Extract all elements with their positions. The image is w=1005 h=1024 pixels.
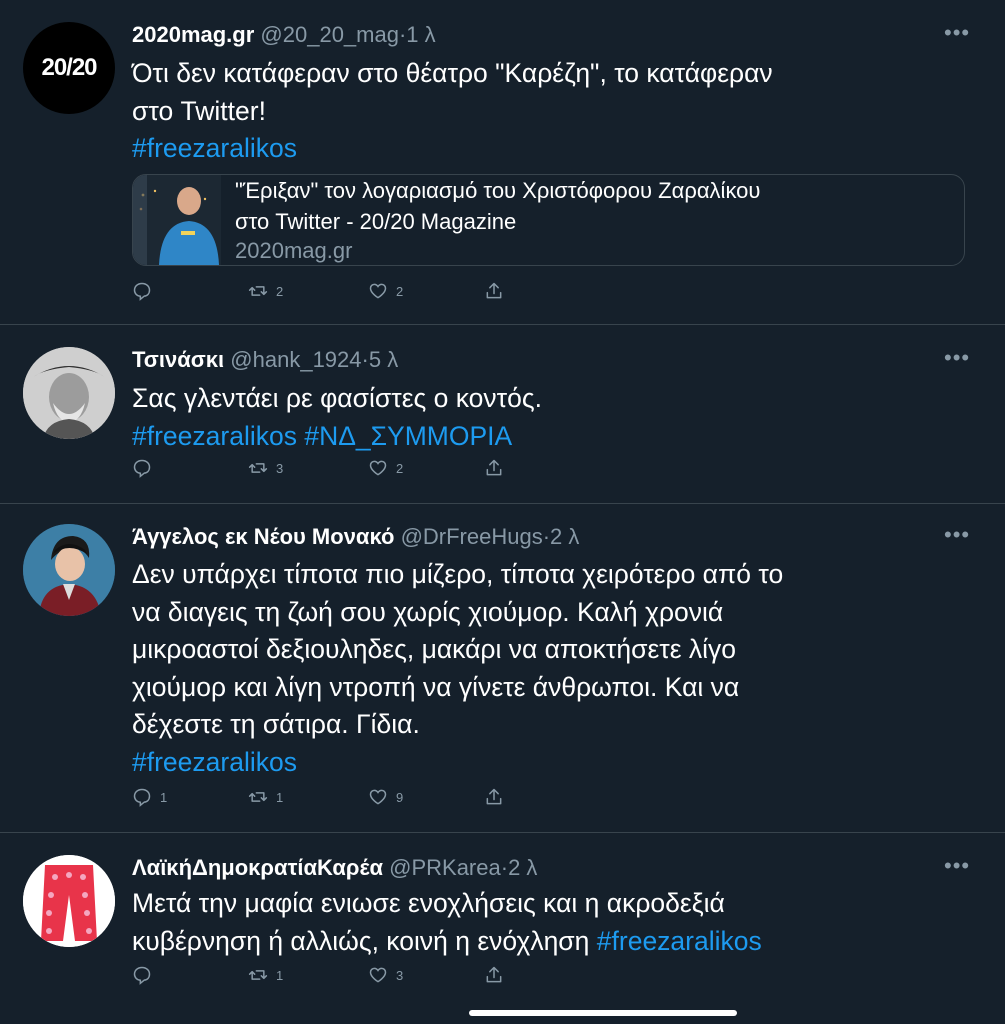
reply-icon xyxy=(133,788,151,807)
retweet-icon xyxy=(248,792,268,802)
retweet-count: 2 xyxy=(276,283,284,299)
like-button[interactable]: 2 xyxy=(368,281,403,301)
hashtag-link[interactable]: #freezaralikos xyxy=(132,421,297,451)
tweet-text: Ότι δεν κατάφεραν στο θέατρο "Καρέζη", τ… xyxy=(132,55,972,168)
tweet-header: Άγγελος εκ Νέου Μονακό @DrFreeHugs·2 λ xyxy=(132,524,580,549)
handle[interactable]: @hank_1924 xyxy=(230,347,361,372)
tweet-header: ΛαϊκήΔημοκρατίαΚαρέα @PRKarea·2 λ xyxy=(132,855,538,880)
more-options-icon[interactable]: ••• xyxy=(944,22,970,44)
more-options-icon[interactable]: ••• xyxy=(944,524,970,546)
tweet-text: Μετά την μαφία ενιωσε ενοχλήσεις και η α… xyxy=(132,888,762,956)
retweet-icon xyxy=(248,970,268,980)
tweet-text: Σας γλεντάει ρε φασίστες ο κοντός. #free… xyxy=(132,383,542,451)
display-name[interactable]: Άγγελος εκ Νέου Μονακό xyxy=(132,524,394,549)
home-indicator xyxy=(469,1010,737,1016)
retweet-count: 1 xyxy=(276,789,284,805)
reply-button[interactable] xyxy=(132,281,160,301)
timestamp[interactable]: 2 λ xyxy=(550,524,579,549)
retweet-icon xyxy=(248,463,268,473)
share-icon xyxy=(486,788,502,805)
retweet-count: 3 xyxy=(276,460,284,476)
avatar[interactable]: 20/20 xyxy=(23,22,115,114)
tweet-actions: 3 2 xyxy=(132,458,532,482)
handle[interactable]: @20_20_mag xyxy=(260,22,399,47)
hashtag-link[interactable]: #freezaralikos xyxy=(132,130,972,168)
card-domain: 2020mag.gr xyxy=(235,238,353,263)
tweet-actions: 1 3 xyxy=(132,965,532,989)
like-count: 3 xyxy=(396,967,404,983)
heart-icon xyxy=(369,789,387,805)
reply-icon xyxy=(133,966,151,985)
reply-button[interactable] xyxy=(132,458,160,478)
share-icon xyxy=(486,282,502,299)
timestamp[interactable]: 5 λ xyxy=(369,347,398,372)
hashtag-link[interactable]: #freezaralikos xyxy=(132,744,972,782)
like-count: 2 xyxy=(396,460,404,476)
tweet-text: Δεν υπάρχει τίποτα πιο μίζερο, τίποτα χε… xyxy=(132,556,972,781)
share-button[interactable] xyxy=(484,458,512,478)
share-button[interactable] xyxy=(484,787,512,807)
tweet-actions: 2 2 xyxy=(132,281,532,305)
heart-icon xyxy=(369,460,387,476)
like-count: 2 xyxy=(396,283,404,299)
portrait-avatar-icon xyxy=(23,347,115,439)
avatar[interactable] xyxy=(23,855,115,947)
tweet-drfreehugs[interactable]: Άγγελος εκ Νέου Μονακό @DrFreeHugs·2 λ •… xyxy=(0,504,1005,833)
reply-icon xyxy=(133,282,151,301)
tweet-header: 2020mag.gr @20_20_mag·1 λ xyxy=(132,22,436,47)
heart-icon xyxy=(369,967,387,983)
share-button[interactable] xyxy=(484,281,512,301)
tweet-hank[interactable]: Τσινάσκι @hank_1924·5 λ ••• Σας γλεντάει… xyxy=(0,325,1005,504)
tweet-prkarea[interactable]: ΛαϊκήΔημοκρατίαΚαρέα @PRKarea·2 λ ••• Με… xyxy=(0,833,1005,1024)
card-photo-icon xyxy=(133,175,221,265)
timestamp[interactable]: 2 λ xyxy=(508,855,537,880)
handle[interactable]: @DrFreeHugs xyxy=(401,524,543,549)
timestamp[interactable]: 1 λ xyxy=(406,22,435,47)
tweet-2020mag[interactable]: 20/20 2020mag.gr @20_20_mag·1 λ ••• Ότι … xyxy=(0,0,1005,325)
share-icon xyxy=(486,459,502,476)
reply-icon xyxy=(133,459,151,478)
reply-button[interactable]: 1 xyxy=(132,787,167,807)
share-button[interactable] xyxy=(484,965,512,985)
hashtag-link[interactable]: #ΝΔ_ΣΥΜΜΟΡΙΑ xyxy=(304,421,512,451)
like-count: 9 xyxy=(396,789,404,805)
star-pants-avatar-icon xyxy=(23,855,115,947)
share-icon xyxy=(486,966,502,983)
like-button[interactable]: 2 xyxy=(368,458,403,478)
heart-icon xyxy=(369,283,387,299)
reply-button[interactable] xyxy=(132,965,160,985)
display-name[interactable]: Τσινάσκι xyxy=(132,347,224,372)
link-card[interactable]: "Έριξαν" τον λογαριασμό του Χριστόφορου … xyxy=(132,174,965,266)
like-button[interactable]: 9 xyxy=(368,787,403,807)
avatar[interactable] xyxy=(23,347,115,439)
tweet-actions: 1 1 9 xyxy=(132,787,532,811)
display-name[interactable]: ΛαϊκήΔημοκρατίαΚαρέα xyxy=(132,855,383,880)
retweet-button[interactable]: 2 xyxy=(248,281,283,301)
retweet-icon xyxy=(248,286,268,296)
retweet-button[interactable]: 3 xyxy=(248,458,283,478)
retweet-button[interactable]: 1 xyxy=(248,965,283,985)
card-thumbnail xyxy=(133,175,221,265)
retweet-button[interactable]: 1 xyxy=(248,787,283,807)
retweet-count: 1 xyxy=(276,967,284,983)
handle[interactable]: @PRKarea xyxy=(389,855,501,880)
like-button[interactable]: 3 xyxy=(368,965,403,985)
reply-count: 1 xyxy=(160,789,168,805)
hashtag-link[interactable]: #freezaralikos xyxy=(597,926,762,956)
more-options-icon[interactable]: ••• xyxy=(944,855,970,877)
tweet-header: Τσινάσκι @hank_1924·5 λ xyxy=(132,347,399,372)
more-options-icon[interactable]: ••• xyxy=(944,347,970,369)
avatar-logo: 20/20 xyxy=(41,54,97,81)
card-title: "Έριξαν" τον λογαριασμό του Χριστόφορου … xyxy=(235,178,761,234)
display-name[interactable]: 2020mag.gr xyxy=(132,22,254,47)
avatar[interactable] xyxy=(23,524,115,616)
cartoon-avatar-icon xyxy=(23,524,115,616)
